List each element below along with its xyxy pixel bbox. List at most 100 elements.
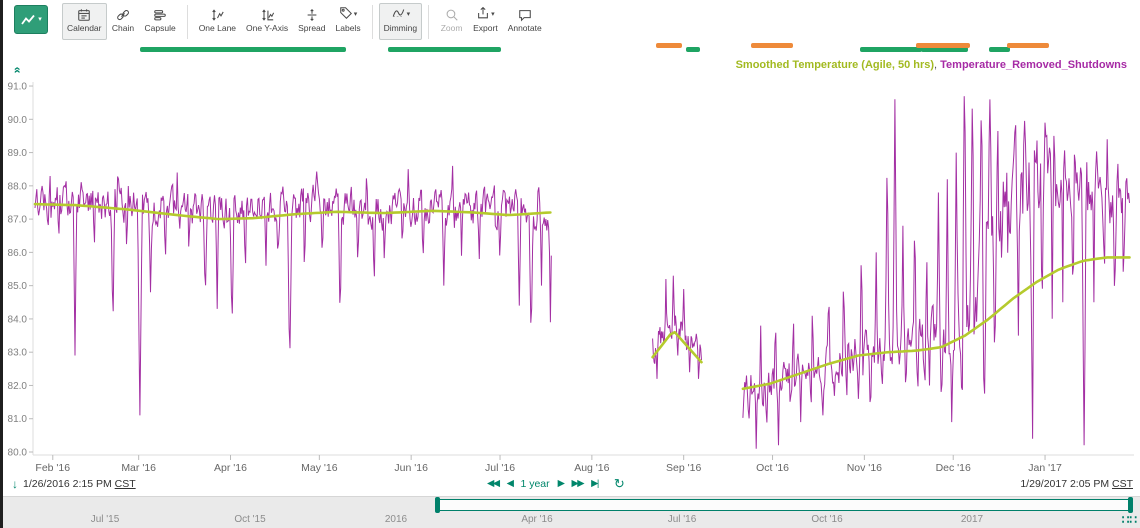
window-edge <box>0 0 3 528</box>
x-axis-tick-label: Dec '16 <box>936 462 971 474</box>
toolbar-separator <box>428 5 429 39</box>
timeline-resize-grip-icon[interactable]: ∷∷ <box>1122 513 1137 527</box>
range-start-datetime[interactable]: 1/26/2016 2:15 PM CST <box>23 478 136 490</box>
toolbar-button-label: Calendar <box>67 23 102 33</box>
y-axis-scroll-icon[interactable]: » <box>9 67 23 74</box>
step-to-end-icon[interactable]: ▶| <box>591 477 598 491</box>
calendar-icon <box>77 7 91 22</box>
timeline-label: 2016 <box>385 514 407 525</box>
timeline-label: Oct '16 <box>811 514 842 525</box>
toolbar-button-label: Annotate <box>508 23 542 33</box>
x-axis-tick-label: May '16 <box>301 462 338 474</box>
duration-label[interactable]: 1 year <box>520 478 549 490</box>
toolbar-button-spread[interactable]: Spread <box>293 3 330 40</box>
chart-legend: Smoothed Temperature (Agile, 50 hrs), Te… <box>736 59 1127 71</box>
range-end-datetime[interactable]: 1/29/2017 2:05 PM CST <box>1020 478 1133 490</box>
series-temperature-removed-shutdowns[interactable] <box>743 96 1130 449</box>
x-axis-tick-label: Jan '17 <box>1028 462 1062 474</box>
timeline-label: Apr '16 <box>521 514 552 525</box>
chevron-down-icon: ▾ <box>491 11 495 18</box>
capsule-bar-orange[interactable] <box>751 43 793 48</box>
timeline-scrubber[interactable]: ∷∷ Jul '15 Oct '15 2016 Apr '16 Jul '16 Oct '… <box>3 496 1140 528</box>
toolbar-button-capsule[interactable]: Capsule <box>140 3 181 40</box>
timeline-label: Jul '16 <box>668 514 697 525</box>
timeline-label: 2017 <box>961 514 983 525</box>
y-axis-tick-label: 90.0 <box>8 115 28 126</box>
step-forward-icon[interactable]: ▶ <box>558 477 564 491</box>
refresh-icon[interactable]: ↻ <box>614 477 625 491</box>
x-axis-tick-label: Jul '16 <box>485 462 515 474</box>
series-temperature-removed-shutdowns[interactable] <box>35 166 551 416</box>
toolbar-button-label: Spread <box>298 23 325 33</box>
chevron-down-icon: ▾ <box>407 11 411 18</box>
legend-entry-temperature-removed-shutdowns[interactable]: Temperature_Removed_Shutdowns <box>940 59 1127 71</box>
y-axis-tick-label: 81.0 <box>8 414 28 425</box>
y-axis-tick-label: 86.0 <box>8 248 28 259</box>
toolbar-button-one-y-axis[interactable]: One Y-Axis <box>241 3 293 40</box>
capsule-bar-green[interactable] <box>860 47 922 52</box>
toolbar-button-one-lane[interactable]: One Lane <box>194 3 241 40</box>
export-icon <box>476 6 490 23</box>
toolbar-button-label: Zoom <box>441 23 463 33</box>
timeline-label: Oct '15 <box>234 514 265 525</box>
chevron-down-icon: ▾ <box>354 11 358 18</box>
toolbar-button-chain[interactable]: Chain <box>107 3 140 40</box>
trend-analysis-app: ▾ Calendar Chain Capsule One Lane <box>0 0 1140 528</box>
x-axis-tick-label: Apr '16 <box>214 462 247 474</box>
x-axis-tick-label: Aug '16 <box>574 462 609 474</box>
timezone-link[interactable]: CST <box>115 478 136 490</box>
y-axis-tick-label: 80.0 <box>8 448 28 459</box>
y-axis-tick-label: 87.0 <box>8 215 28 226</box>
series-temperature-removed-shutdowns[interactable] <box>653 276 702 379</box>
timeline-left-handle[interactable] <box>435 497 440 513</box>
step-back-icon[interactable]: ◀ <box>507 477 513 491</box>
capsule-bar-orange[interactable] <box>916 43 970 48</box>
step-forward-fast-icon[interactable]: ▶▶ <box>571 477 583 491</box>
toolbar-button-annotate[interactable]: Annotate <box>503 3 547 40</box>
capsule-bar-orange[interactable] <box>656 43 682 48</box>
capsule-lane <box>3 42 1140 55</box>
trend-view-button[interactable]: ▾ <box>14 5 48 34</box>
toolbar-button-calendar[interactable]: Calendar <box>62 3 107 40</box>
spread-icon <box>305 7 319 22</box>
timeline-right-handle[interactable] <box>1128 497 1133 513</box>
toolbar-button-dimming[interactable]: ▾ Dimming <box>379 3 423 40</box>
toolbar-separator <box>372 5 373 39</box>
toolbar: ▾ Calendar Chain Capsule One Lane <box>3 0 1140 43</box>
toolbar-button-export[interactable]: ▾ Export <box>468 3 503 40</box>
download-start-icon[interactable]: ↓ <box>12 478 18 490</box>
legend-entry-smoothed-temperature[interactable]: Smoothed Temperature (Agile, 50 hrs) <box>736 59 934 71</box>
toolbar-button-label: Labels <box>336 23 361 33</box>
capsule-bar-orange[interactable] <box>1007 43 1049 48</box>
capsule-bar-green[interactable] <box>388 47 501 52</box>
trend-chart[interactable]: 80.081.082.083.084.085.086.087.088.089.0… <box>0 56 1140 476</box>
capsule-icon <box>153 7 167 22</box>
timeline-selection[interactable] <box>437 499 1131 511</box>
toolbar-button-labels[interactable]: ▾ Labels <box>331 3 366 40</box>
x-axis-tick-label: Feb '16 <box>35 462 70 474</box>
toolbar-button-label: Export <box>473 23 498 33</box>
chain-icon <box>116 7 130 22</box>
capsule-bar-green[interactable] <box>140 47 346 52</box>
labels-icon <box>339 6 353 23</box>
y-axis-tick-label: 84.0 <box>8 314 28 325</box>
step-back-fast-icon[interactable]: ◀◀ <box>487 477 499 491</box>
chevron-down-icon: ▾ <box>38 16 42 23</box>
x-axis-tick-label: Mar '16 <box>121 462 156 474</box>
y-axis-tick-label: 85.0 <box>8 281 28 292</box>
annotate-icon <box>518 7 532 22</box>
toolbar-button-label: One Y-Axis <box>246 23 288 33</box>
toolbar-button-label: One Lane <box>199 23 236 33</box>
y-axis-tick-label: 88.0 <box>8 181 28 192</box>
zoom-icon <box>445 7 459 22</box>
y-axis-tick-label: 83.0 <box>8 348 28 359</box>
capsule-bar-green[interactable] <box>989 47 1010 52</box>
timezone-link[interactable]: CST <box>1112 478 1133 490</box>
one-y-axis-icon <box>260 7 275 22</box>
y-axis-tick-label: 91.0 <box>8 82 28 93</box>
timeline-label: Jul '15 <box>91 514 120 525</box>
toolbar-button-label: Chain <box>112 23 134 33</box>
capsule-bar-green[interactable] <box>686 47 700 52</box>
toolbar-button-zoom: Zoom <box>435 3 468 40</box>
y-axis-tick-label: 82.0 <box>8 381 28 392</box>
